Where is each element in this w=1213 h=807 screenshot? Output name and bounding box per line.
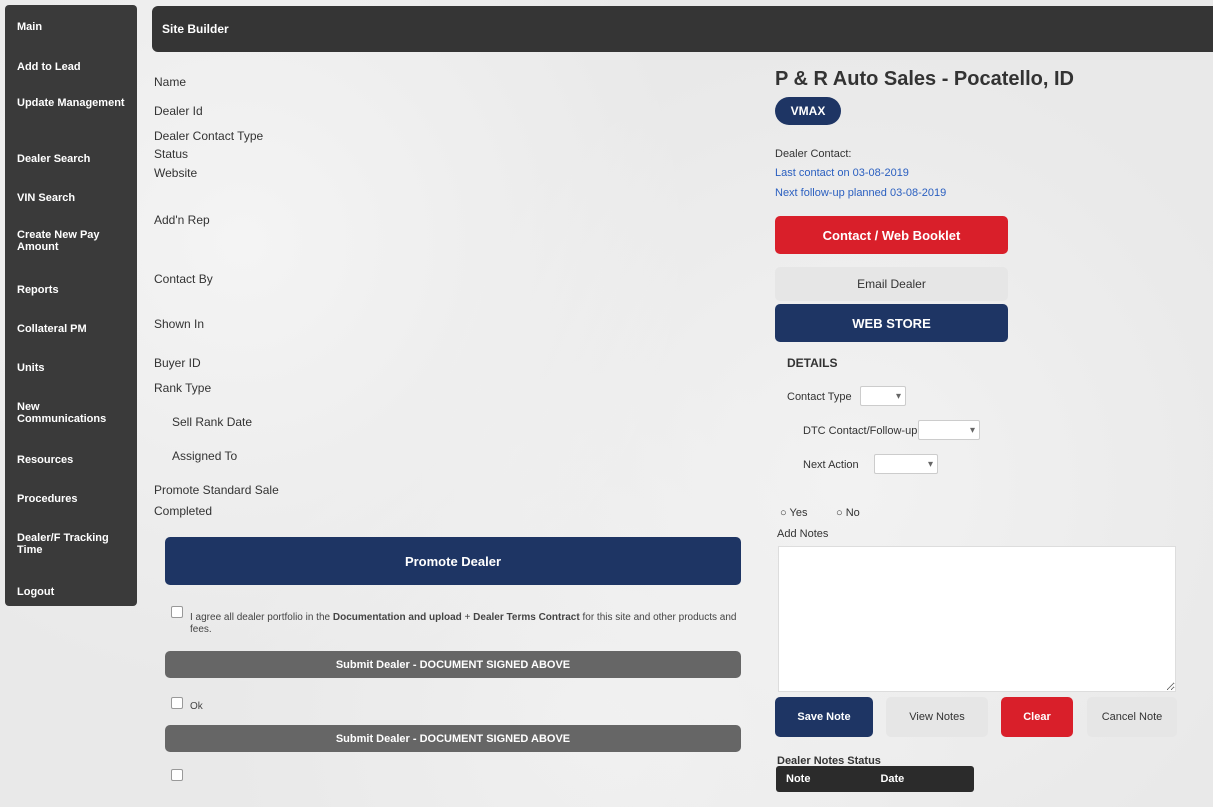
sidebar-item-reports[interactable]: Reports: [5, 284, 137, 296]
status-label: Status: [154, 147, 189, 161]
sidebar-nav: Main Add to Lead Update Management Deale…: [5, 5, 137, 606]
contact-web-booklet-button[interactable]: Contact / Web Booklet: [775, 216, 1008, 254]
cancel-note-button[interactable]: Cancel Note: [1087, 697, 1177, 737]
radio-no-label: No: [845, 507, 860, 519]
contact-by-label: Contact By: [154, 272, 213, 286]
notes-col-date: Date: [880, 773, 905, 785]
sidebar-item-main[interactable]: Main: [5, 21, 137, 33]
bottom-checkbox[interactable]: [171, 769, 183, 781]
contact-type-label: Contact Type: [787, 391, 852, 403]
sidebar-item-procedures[interactable]: Procedures: [5, 493, 137, 505]
terms-checkbox[interactable]: [171, 606, 183, 618]
dealer-title: P & R Auto Sales - Pocatello, ID: [775, 68, 1074, 90]
next-action-label: Next Action: [803, 459, 859, 471]
web-store-button[interactable]: WEB STORE: [775, 304, 1008, 342]
website-label: Website: [154, 166, 198, 180]
radio-no[interactable]: ○ No: [836, 507, 860, 519]
sidebar-item-collateral-pm[interactable]: Collateral PM: [5, 323, 137, 335]
sidebar-item-vin-search[interactable]: VIN Search: [5, 192, 137, 204]
dealer-contact-type-label: Dealer Contact Type: [154, 129, 264, 143]
rank-type-label: Rank Type: [154, 381, 212, 395]
notes-col-note: Note: [786, 773, 811, 785]
terms-contract-link[interactable]: Dealer Terms Contract: [473, 612, 580, 623]
ok-checkbox[interactable]: [171, 697, 183, 709]
follow-up-select[interactable]: ▾: [918, 420, 980, 440]
last-contact-link[interactable]: Last contact on 03-08-2019: [775, 167, 909, 179]
add-notes-label: Add Notes: [777, 528, 829, 540]
terms-text-lead: I agree all dealer portfolio in the: [190, 612, 331, 623]
contact-type-select[interactable]: ▾: [860, 386, 906, 406]
sidebar-item-units[interactable]: Units: [5, 362, 137, 374]
sidebar-item-create-pay-amount[interactable]: Create New Pay Amount: [5, 229, 137, 253]
completed-label: Completed: [154, 504, 213, 518]
notes-table-header: Note Date: [776, 766, 974, 792]
sidebar-item-tracking-time[interactable]: Dealer/F Tracking Time: [5, 532, 137, 556]
assigned-to-label: Assigned To: [172, 449, 238, 463]
details-section-title: DETAILS: [787, 356, 838, 370]
dealer-id-label: Dealer Id: [154, 104, 203, 118]
chevron-down-icon: ▾: [927, 458, 933, 470]
chevron-down-icon: ▾: [895, 390, 901, 402]
dealer-contact-label: Dealer Contact:: [775, 148, 852, 160]
shown-in-label: Shown In: [154, 317, 205, 331]
ok-label: Ok: [190, 701, 203, 712]
buyer-id-label: Buyer ID: [154, 356, 201, 370]
radio-yes-label: Yes: [789, 507, 808, 519]
follow-up-label: DTC Contact/Follow-up: [803, 425, 918, 437]
sidebar-item-add-to-lead[interactable]: Add to Lead: [5, 61, 137, 73]
submit-dealer-bar-2[interactable]: Submit Dealer - DOCUMENT SIGNED ABOVE: [165, 725, 741, 752]
sell-rank-date-label: Sell Rank Date: [172, 415, 253, 429]
email-dealer-button[interactable]: Email Dealer: [775, 267, 1008, 301]
sidebar-item-logout[interactable]: Logout: [5, 586, 137, 598]
dealer-badge: VMAX: [775, 97, 841, 125]
sidebar-item-new-communications[interactable]: New Communications: [5, 401, 137, 425]
terms-separator: +: [464, 612, 471, 623]
notes-textarea[interactable]: [778, 546, 1176, 692]
submit-dealer-bar-1[interactable]: Submit Dealer - DOCUMENT SIGNED ABOVE: [165, 651, 741, 678]
next-action-select[interactable]: ▾: [874, 454, 938, 474]
radio-yes[interactable]: ○ Yes: [780, 507, 807, 519]
promote-dealer-button[interactable]: Promote Dealer: [165, 537, 741, 585]
page-header: Site Builder: [152, 6, 1213, 52]
add-by-label: Add'n Rep: [154, 213, 210, 227]
chevron-down-icon: ▾: [969, 424, 975, 436]
save-note-button[interactable]: Save Note: [775, 697, 873, 737]
page-title: Site Builder: [162, 22, 229, 36]
terms-documentation-link[interactable]: Documentation and upload: [333, 612, 462, 623]
next-followup-link[interactable]: Next follow-up planned 03-08-2019: [775, 187, 946, 199]
sidebar-item-resources[interactable]: Resources: [5, 454, 137, 466]
promote-date-label: Promote Standard Sale: [154, 483, 279, 497]
sidebar-item-update-management[interactable]: Update Management: [5, 97, 137, 109]
clear-button[interactable]: Clear: [1001, 697, 1073, 737]
view-notes-button[interactable]: View Notes: [886, 697, 988, 737]
sidebar-item-dealer-search[interactable]: Dealer Search: [5, 153, 137, 165]
name-label: Name: [154, 75, 187, 89]
terms-text: I agree all dealer portfolio in the Docu…: [190, 612, 740, 636]
